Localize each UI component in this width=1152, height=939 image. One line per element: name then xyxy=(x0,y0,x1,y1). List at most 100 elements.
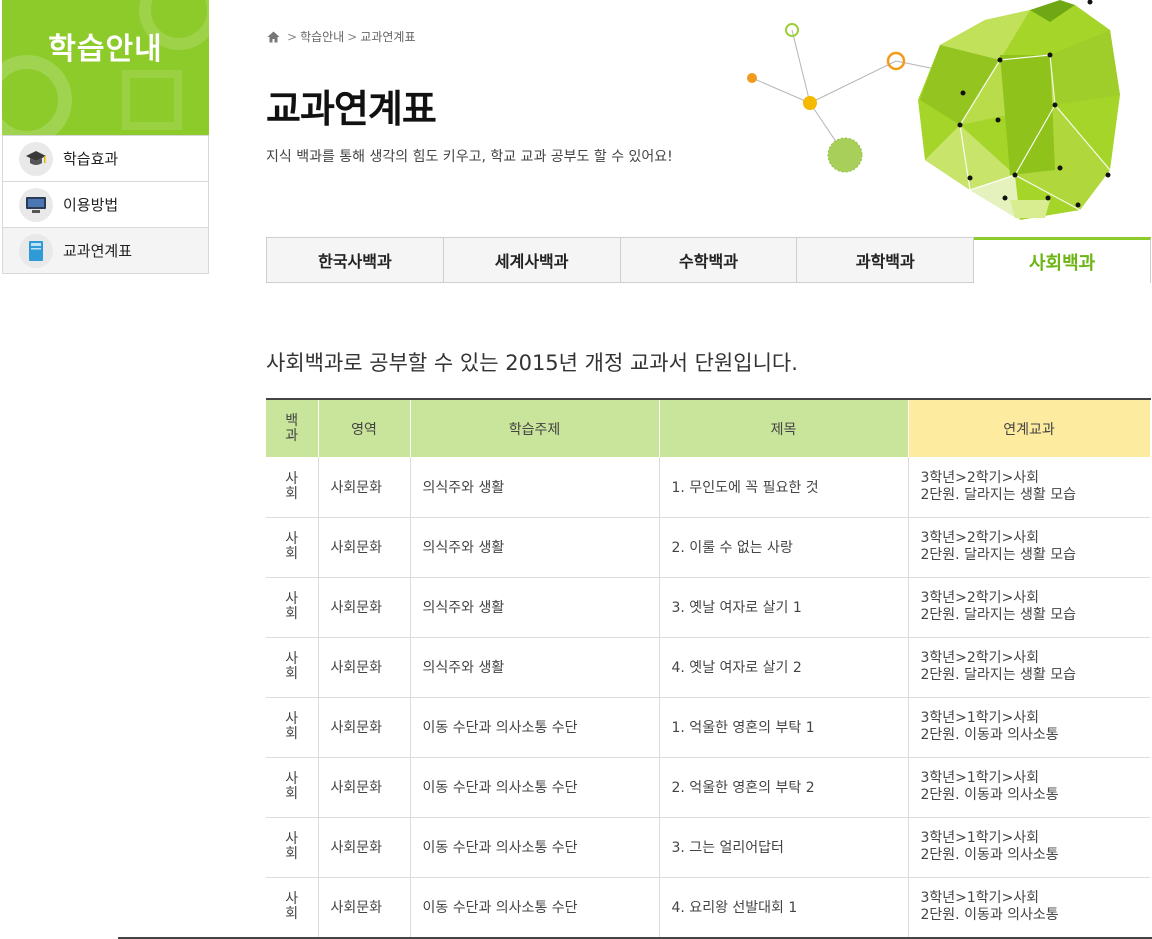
link-grade: 3학년>2학기>사회 xyxy=(920,590,1040,606)
link-unit: 2단원. 이동과 의사소통 xyxy=(920,847,1059,863)
monitor-icon xyxy=(19,187,53,222)
cell-title[interactable]: 4. 옛날 여자로 살기 2 xyxy=(659,637,909,698)
table-row: 사회 사회문화 이동 수단과 의사소통 수단 1. 억울한 영혼의 부탁 1 3학년>1… xyxy=(266,697,1150,758)
section-intro: 사회백과로 공부할 수 있는 2015년 개정 교과서 단원입니다. xyxy=(266,351,798,375)
table-row: 사회 사회문화 이동 수단과 의사소통 수단 4. 요리왕 선발대회 1 3학년>1학기… xyxy=(266,877,1150,938)
sidebar-item-label: 학습효과 xyxy=(63,150,119,168)
chevron-right-icon: > xyxy=(287,29,298,44)
cell-title[interactable]: 1. 무인도에 꼭 필요한 것 xyxy=(659,457,909,518)
cell-title[interactable]: 3. 그는 얼리어답터 xyxy=(659,817,909,878)
cell-baekgwa: 사회 xyxy=(266,517,319,578)
page-subtitle: 지식 백과를 통해 생각의 힘도 키우고, 학교 교과 공부도 할 수 있어요! xyxy=(266,149,673,165)
tab-science[interactable]: 과학백과 xyxy=(797,237,975,283)
cell-linked-subject: 3학년>2학기>사회 2단원. 달라지는 생활 모습 xyxy=(908,457,1150,518)
sidebar-item-usage[interactable]: 이용방법 xyxy=(3,181,208,227)
link-unit: 2단원. 이동과 의사소통 xyxy=(920,727,1059,743)
category-tabs: 한국사백과 세계사백과 수학백과 과학백과 사회백과 xyxy=(266,237,1151,283)
cell-linked-subject: 3학년>2학기>사회 2단원. 달라지는 생활 모습 xyxy=(908,577,1150,638)
graduation-cap-icon xyxy=(19,141,53,176)
sidebar-item-learning-effect[interactable]: 학습효과 xyxy=(3,135,208,181)
header-linked-subject: 연계교과 xyxy=(908,398,1151,457)
link-grade: 3학년>1학기>사회 xyxy=(920,890,1040,906)
table-header-row: 백과 영역 학습주제 제목 연계교과 xyxy=(266,398,1151,457)
table-row: 사회 사회문화 의식주와 생활 4. 옛날 여자로 살기 2 3학년>2학기>사회 2단원… xyxy=(266,637,1150,698)
hero-illustration xyxy=(747,0,1120,220)
breadcrumb-item[interactable]: 교과연계표 xyxy=(360,28,415,45)
header-topic: 학습주제 xyxy=(410,398,660,457)
sidebar-item-label: 교과연계표 xyxy=(63,242,133,260)
cell-baekgwa: 사회 xyxy=(266,457,319,518)
cell-baekgwa: 사회 xyxy=(266,817,319,878)
cell-area: 사회문화 xyxy=(318,577,411,638)
link-grade: 3학년>1학기>사회 xyxy=(920,830,1040,846)
page-title: 교과연계표 xyxy=(266,87,437,131)
sidebar: 학습안내 학습효과 이용방법 교과연계표 xyxy=(2,0,209,274)
cell-area: 사회문화 xyxy=(318,517,411,578)
table-row: 사회 사회문화 의식주와 생활 2. 이룰 수 없는 사랑 3학년>2학기>사회 2단원.… xyxy=(266,517,1150,578)
breadcrumb-item[interactable]: 학습안내 xyxy=(300,28,344,45)
cell-baekgwa: 사회 xyxy=(266,697,319,758)
cell-topic: 이동 수단과 의사소통 수단 xyxy=(410,817,660,878)
cell-linked-subject: 3학년>1학기>사회 2단원. 이동과 의사소통 xyxy=(908,877,1150,938)
home-icon[interactable] xyxy=(267,31,280,43)
sidebar-menu: 학습효과 이용방법 교과연계표 xyxy=(2,135,209,274)
breadcrumb: > 학습안내 > 교과연계표 xyxy=(267,28,416,45)
tab-social[interactable]: 사회백과 xyxy=(974,237,1151,283)
cell-linked-subject: 3학년>2학기>사회 2단원. 달라지는 생활 모습 xyxy=(908,637,1150,698)
sidebar-title: 학습안내 xyxy=(48,32,163,67)
cell-area: 사회문화 xyxy=(318,697,411,758)
cell-area: 사회문화 xyxy=(318,457,411,518)
table-row: 사회 사회문화 이동 수단과 의사소통 수단 3. 그는 얼리어답터 3학년>1학기>사… xyxy=(266,817,1150,878)
link-grade: 3학년>2학기>사회 xyxy=(920,469,1040,486)
header-area: 영역 xyxy=(318,398,411,457)
link-unit: 2단원. 달라지는 생활 모습 xyxy=(920,667,1077,683)
cell-baekgwa: 사회 xyxy=(266,877,319,938)
sidebar-item-label: 이용방법 xyxy=(63,196,119,214)
cell-topic: 의식주와 생활 xyxy=(410,457,660,518)
cell-topic: 이동 수단과 의사소통 수단 xyxy=(410,697,660,758)
cell-area: 사회문화 xyxy=(318,817,411,878)
cell-area: 사회문화 xyxy=(318,637,411,698)
cell-area: 사회문화 xyxy=(318,877,411,938)
link-unit: 2단원. 달라지는 생활 모습 xyxy=(920,486,1077,503)
table-row: 사회 사회문화 이동 수단과 의사소통 수단 2. 억울한 영혼의 부탁 2 3학년>1… xyxy=(266,757,1150,818)
link-grade: 3학년>2학기>사회 xyxy=(920,650,1040,666)
chevron-right-icon: > xyxy=(347,29,358,44)
link-grade: 3학년>2학기>사회 xyxy=(920,530,1040,546)
link-unit: 2단원. 이동과 의사소통 xyxy=(920,787,1059,803)
header-title: 제목 xyxy=(659,398,909,457)
table-row: 사회 사회문화 의식주와 생활 3. 옛날 여자로 살기 1 3학년>2학기>사회 2단원… xyxy=(266,577,1150,638)
table-row: 사회 사회문화 의식주와 생활 1. 무인도에 꼭 필요한 것 3학년>2학기>사회 2단… xyxy=(266,457,1150,518)
cell-linked-subject: 3학년>1학기>사회 2단원. 이동과 의사소통 xyxy=(908,817,1150,878)
cell-baekgwa: 사회 xyxy=(266,757,319,818)
cell-topic: 의식주와 생활 xyxy=(410,577,660,638)
cell-title[interactable]: 2. 억울한 영혼의 부탁 2 xyxy=(659,757,909,818)
cell-title[interactable]: 4. 요리왕 선발대회 1 xyxy=(659,877,909,938)
tab-korean-history[interactable]: 한국사백과 xyxy=(266,237,444,283)
cell-title[interactable]: 1. 억울한 영혼의 부탁 1 xyxy=(659,697,909,758)
cell-baekgwa: 사회 xyxy=(266,577,319,638)
link-unit: 2단원. 달라지는 생활 모습 xyxy=(920,547,1077,563)
link-grade: 3학년>1학기>사회 xyxy=(920,770,1040,786)
cell-title[interactable]: 3. 옛날 여자로 살기 1 xyxy=(659,577,909,638)
cell-topic: 이동 수단과 의사소통 수단 xyxy=(410,877,660,938)
book-icon xyxy=(19,233,53,268)
sidebar-header: 학습안내 xyxy=(2,0,209,135)
tab-world-history[interactable]: 세계사백과 xyxy=(443,237,621,283)
cell-linked-subject: 3학년>1학기>사회 2단원. 이동과 의사소통 xyxy=(908,757,1150,818)
cell-topic: 이동 수단과 의사소통 수단 xyxy=(410,757,660,818)
cell-linked-subject: 3학년>1학기>사회 2단원. 이동과 의사소통 xyxy=(908,697,1150,758)
cell-baekgwa: 사회 xyxy=(266,637,319,698)
cell-topic: 의식주와 생활 xyxy=(410,517,660,578)
curriculum-table: 백과 영역 학습주제 제목 연계교과 사회 사회문화 의식주와 생활 1. 무인도에 … xyxy=(266,398,1151,938)
cell-linked-subject: 3학년>2학기>사회 2단원. 달라지는 생활 모습 xyxy=(908,517,1150,578)
sidebar-item-curriculum-table[interactable]: 교과연계표 xyxy=(3,227,208,273)
tab-math[interactable]: 수학백과 xyxy=(620,237,798,283)
link-grade: 3학년>1학기>사회 xyxy=(920,710,1040,726)
cell-title[interactable]: 2. 이룰 수 없는 사랑 xyxy=(659,517,909,578)
link-unit: 2단원. 이동과 의사소통 xyxy=(920,907,1059,923)
header-baekgwa: 백과 xyxy=(266,398,319,457)
link-unit: 2단원. 달라지는 생활 모습 xyxy=(920,607,1077,623)
cell-area: 사회문화 xyxy=(318,757,411,818)
cell-topic: 의식주와 생활 xyxy=(410,637,660,698)
